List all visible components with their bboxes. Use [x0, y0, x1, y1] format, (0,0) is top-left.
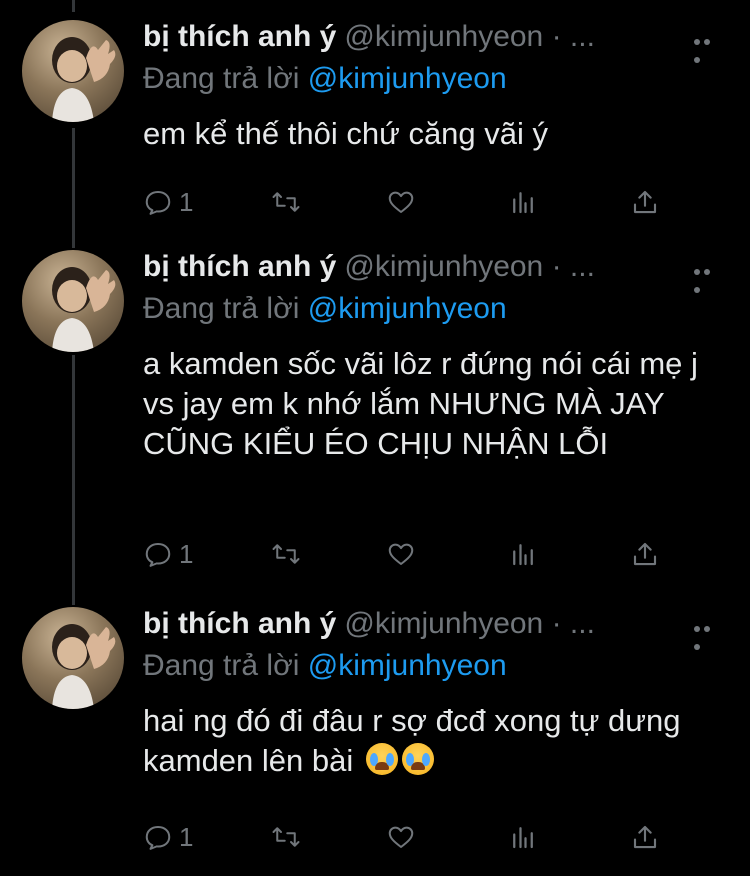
reply-count: 1 [179, 186, 194, 217]
tweet-text: em kể thế thôi chứ căng vãi ý [143, 116, 549, 151]
retweet-icon [272, 827, 300, 847]
reply-button[interactable]: 1 [143, 182, 193, 222]
user-handle[interactable]: @kimjunhyeon · ... [344, 250, 595, 283]
share-button[interactable] [630, 534, 660, 574]
action-bar: 1 [143, 817, 683, 857]
tweet-header: bị thích anh ý @kimjunhyeon · ... [143, 250, 595, 290]
reply-count: 1 [179, 821, 194, 852]
analytics-icon [513, 827, 533, 849]
analytics-icon [513, 192, 533, 214]
analytics-button[interactable] [508, 182, 538, 222]
heart-icon [388, 543, 414, 565]
share-button[interactable] [630, 817, 660, 857]
loudly-crying-face-emoji [365, 743, 398, 775]
reply-prefix: Đang trả lời [143, 62, 300, 95]
reply-mention[interactable]: @kimjunhyeon [308, 62, 507, 95]
display-name[interactable]: bị thích anh ý [143, 20, 336, 53]
loudly-crying-face-emoji [401, 743, 434, 775]
tweet-text: hai ng đó đi đâu r sợ đcđ xong tự dưng k… [143, 701, 723, 781]
thread-line [72, 0, 75, 12]
analytics-button[interactable] [508, 817, 538, 857]
avatar[interactable] [22, 20, 124, 122]
display-name[interactable]: bị thích anh ý [143, 250, 336, 283]
avatar[interactable] [22, 607, 124, 709]
thread-line [72, 355, 75, 605]
share-button[interactable] [630, 182, 660, 222]
reply-mention[interactable]: @kimjunhyeon [308, 292, 507, 325]
like-button[interactable] [386, 182, 416, 222]
analytics-icon [513, 544, 533, 566]
reply-prefix: Đang trả lời [143, 292, 300, 325]
heart-icon [388, 191, 414, 213]
retweet-button[interactable] [271, 817, 301, 857]
retweet-button[interactable] [271, 182, 301, 222]
reply-mention[interactable]: @kimjunhyeon [308, 649, 507, 682]
share-icon [633, 825, 657, 849]
retweet-icon [272, 192, 300, 212]
retweet-icon [272, 544, 300, 564]
display-name[interactable]: bị thích anh ý [143, 607, 336, 640]
reply-icon [145, 191, 171, 215]
more-icon[interactable] [694, 619, 722, 650]
reply-count: 1 [179, 538, 194, 569]
retweet-button[interactable] [271, 534, 301, 574]
like-button[interactable] [386, 817, 416, 857]
action-bar: 1 [143, 182, 683, 222]
share-icon [633, 190, 657, 214]
reply-icon [145, 826, 171, 850]
reply-context: Đang trả lời @kimjunhyeon [143, 292, 507, 326]
reply-context: Đang trả lời @kimjunhyeon [143, 649, 507, 683]
reply-button[interactable]: 1 [143, 534, 193, 574]
share-icon [633, 542, 657, 566]
more-icon[interactable] [694, 32, 722, 63]
like-button[interactable] [386, 534, 416, 574]
more-icon[interactable] [694, 262, 722, 293]
reply-prefix: Đang trả lời [143, 649, 300, 682]
reply-context: Đang trả lời @kimjunhyeon [143, 62, 507, 96]
user-handle[interactable]: @kimjunhyeon · ... [344, 607, 595, 640]
action-bar: 1 [143, 534, 683, 574]
tweet-text: a kamden sốc vãi lôz r đứng nói cái mẹ j… [143, 346, 698, 461]
user-handle[interactable]: @kimjunhyeon · ... [344, 20, 595, 53]
heart-icon [388, 826, 414, 848]
thread-line [72, 128, 75, 248]
tweet-header: bị thích anh ý @kimjunhyeon · ... [143, 20, 595, 60]
avatar[interactable] [22, 250, 124, 352]
reply-button[interactable]: 1 [143, 817, 193, 857]
reply-icon [145, 543, 171, 567]
analytics-button[interactable] [508, 534, 538, 574]
tweet-header: bị thích anh ý @kimjunhyeon · ... [143, 607, 595, 647]
